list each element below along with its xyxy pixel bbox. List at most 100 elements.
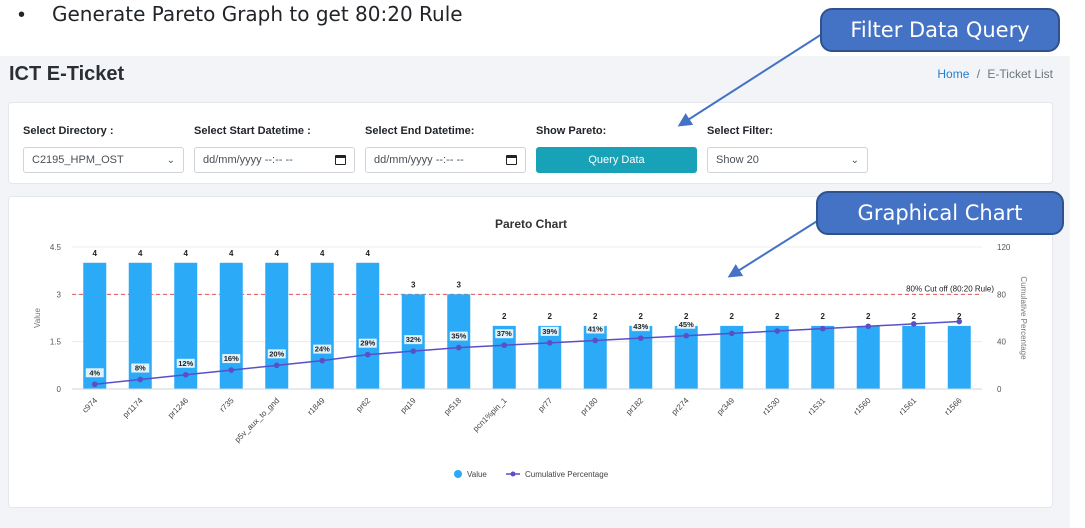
bar xyxy=(947,325,971,389)
start-datetime-value: dd/mm/yyyy --:-- -- xyxy=(203,154,293,166)
cumulative-point xyxy=(91,381,98,388)
end-datetime-value: dd/mm/yyyy --:-- -- xyxy=(374,154,464,166)
cumulative-point xyxy=(683,332,690,339)
point-data-label: 37% xyxy=(497,329,512,338)
x-tick-label: pr180 xyxy=(579,396,600,417)
x-tick-label: pr62 xyxy=(354,396,372,414)
x-tick-label: r1566 xyxy=(943,396,964,417)
page-title: ICT E-Ticket xyxy=(9,63,125,85)
pareto-chart: Pareto Chart 0 1.5 3 4.5 0 40 80 120 Value Cumulat… xyxy=(33,217,1028,479)
query-data-button[interactable]: Query Data xyxy=(536,147,697,173)
bar-data-label: 4 xyxy=(93,249,98,258)
chevron-down-icon: ⌄ xyxy=(850,154,859,166)
directory-filter: Select Directory : C2195_HPM_OST ⌄ xyxy=(23,125,184,173)
x-tick-label: pq19 xyxy=(399,396,418,415)
breadcrumb-current: E-Ticket List xyxy=(987,67,1053,81)
bar-data-label: 4 xyxy=(229,249,234,258)
cumulative-point xyxy=(637,335,644,341)
point-data-label: 12% xyxy=(178,359,193,368)
point-data-label: 43% xyxy=(633,322,648,331)
legend-cumulative-label: Cumulative Percentage xyxy=(525,470,609,479)
y-tick-label: 3 xyxy=(57,290,62,299)
bar-data-label: 4 xyxy=(366,249,371,258)
y-tick-label: 4.5 xyxy=(50,243,62,252)
x-tick-label: pr518 xyxy=(442,396,463,417)
cumulative-point xyxy=(910,321,917,327)
bar-data-label: 2 xyxy=(821,312,826,321)
directory-select[interactable]: C2195_HPM_OST ⌄ xyxy=(23,147,184,173)
bar xyxy=(765,325,789,389)
cumulative-point xyxy=(137,376,144,383)
cumulative-point xyxy=(273,362,280,369)
cumulative-point xyxy=(455,344,462,351)
x-tick-label: pcn1%pin_1 xyxy=(471,396,509,434)
x-tick-label: p5v_aux_to_gnd xyxy=(233,396,281,444)
start-datetime-label: Select Start Datetime : xyxy=(194,125,311,137)
chart-card: Pareto Chart 0 1.5 3 4.5 0 40 80 120 Value Cumulat… xyxy=(8,196,1053,508)
screenshot-stage: • Generate Pareto Graph to get 80:20 Rul… xyxy=(0,0,1085,528)
x-tick-label: r1849 xyxy=(306,396,327,417)
filter-data-query-callout: Filter Data Query xyxy=(820,8,1060,52)
breadcrumb-home-link[interactable]: Home xyxy=(937,67,969,81)
point-data-label: 20% xyxy=(269,349,284,358)
bullet-symbol: • xyxy=(18,4,26,26)
point-data-label: 35% xyxy=(451,332,466,341)
bar xyxy=(583,325,607,389)
bar-data-label: 2 xyxy=(912,312,917,321)
end-datetime-filter: Select End Datetime: dd/mm/yyyy --:-- -- xyxy=(365,125,526,173)
y2-tick-label: 80 xyxy=(997,290,1006,299)
x-tick-label: r1530 xyxy=(761,396,782,417)
bar-data-label: 2 xyxy=(548,312,553,321)
bar xyxy=(811,325,835,389)
bar-data-label: 2 xyxy=(639,312,644,321)
select-filter-label: Select Filter: xyxy=(707,125,774,137)
bar-data-label: 4 xyxy=(184,249,189,258)
point-data-label: 8% xyxy=(135,364,146,373)
cumulative-point xyxy=(956,318,963,325)
graphical-chart-callout: Graphical Chart xyxy=(816,191,1064,235)
bar xyxy=(356,262,380,389)
chart-title: Pareto Chart xyxy=(495,217,567,231)
calendar-icon[interactable] xyxy=(335,155,346,165)
bar xyxy=(310,262,334,389)
y2-tick-label: 120 xyxy=(997,243,1011,252)
cumulative-point xyxy=(501,342,508,349)
calendar-icon[interactable] xyxy=(506,155,517,165)
cumulative-point xyxy=(228,367,235,373)
start-datetime-input[interactable]: dd/mm/yyyy --:-- -- xyxy=(194,147,355,173)
breadcrumb-separator: / xyxy=(976,67,981,81)
directory-label: Select Directory : xyxy=(23,125,114,137)
bar-data-label: 3 xyxy=(411,280,416,289)
filter-select-value: Show 20 xyxy=(716,154,759,166)
x-tick-label: pr349 xyxy=(715,396,736,417)
cumulative-point xyxy=(819,325,826,332)
bullet-text: Generate Pareto Graph to get 80:20 Rule xyxy=(52,2,463,26)
point-data-label: 16% xyxy=(224,354,239,363)
x-tick-label: pr274 xyxy=(670,396,691,417)
y-axis-label: Value xyxy=(33,308,42,328)
end-datetime-label: Select End Datetime: xyxy=(365,125,475,137)
x-tick-label: pr1246 xyxy=(166,396,190,420)
bar xyxy=(174,262,198,389)
bar xyxy=(856,325,880,389)
cumulative-point xyxy=(728,330,735,337)
show-pareto-label: Show Pareto: xyxy=(536,125,607,137)
bar xyxy=(265,262,289,389)
breadcrumb: Home / E-Ticket List xyxy=(937,67,1053,81)
x-tick-label: r1531 xyxy=(806,396,827,417)
point-data-label: 39% xyxy=(542,327,557,336)
end-datetime-input[interactable]: dd/mm/yyyy --:-- -- xyxy=(365,147,526,173)
bar-data-label: 3 xyxy=(457,280,462,289)
cutoff-label: 80% Cut off (80:20 Rule) xyxy=(906,284,994,293)
x-tick-label: r1560 xyxy=(852,396,873,417)
cumulative-point xyxy=(592,337,599,344)
filter-select[interactable]: Show 20 ⌄ xyxy=(707,147,868,173)
bar-data-label: 4 xyxy=(275,249,280,258)
point-data-label: 45% xyxy=(679,320,694,329)
x-tick-label: pr182 xyxy=(624,396,645,417)
cumulative-point xyxy=(182,372,189,378)
y-tick-label: 1.5 xyxy=(50,338,62,347)
point-data-label: 32% xyxy=(406,335,421,344)
legend-value-label: Value xyxy=(467,470,487,479)
cumulative-point xyxy=(546,340,553,346)
